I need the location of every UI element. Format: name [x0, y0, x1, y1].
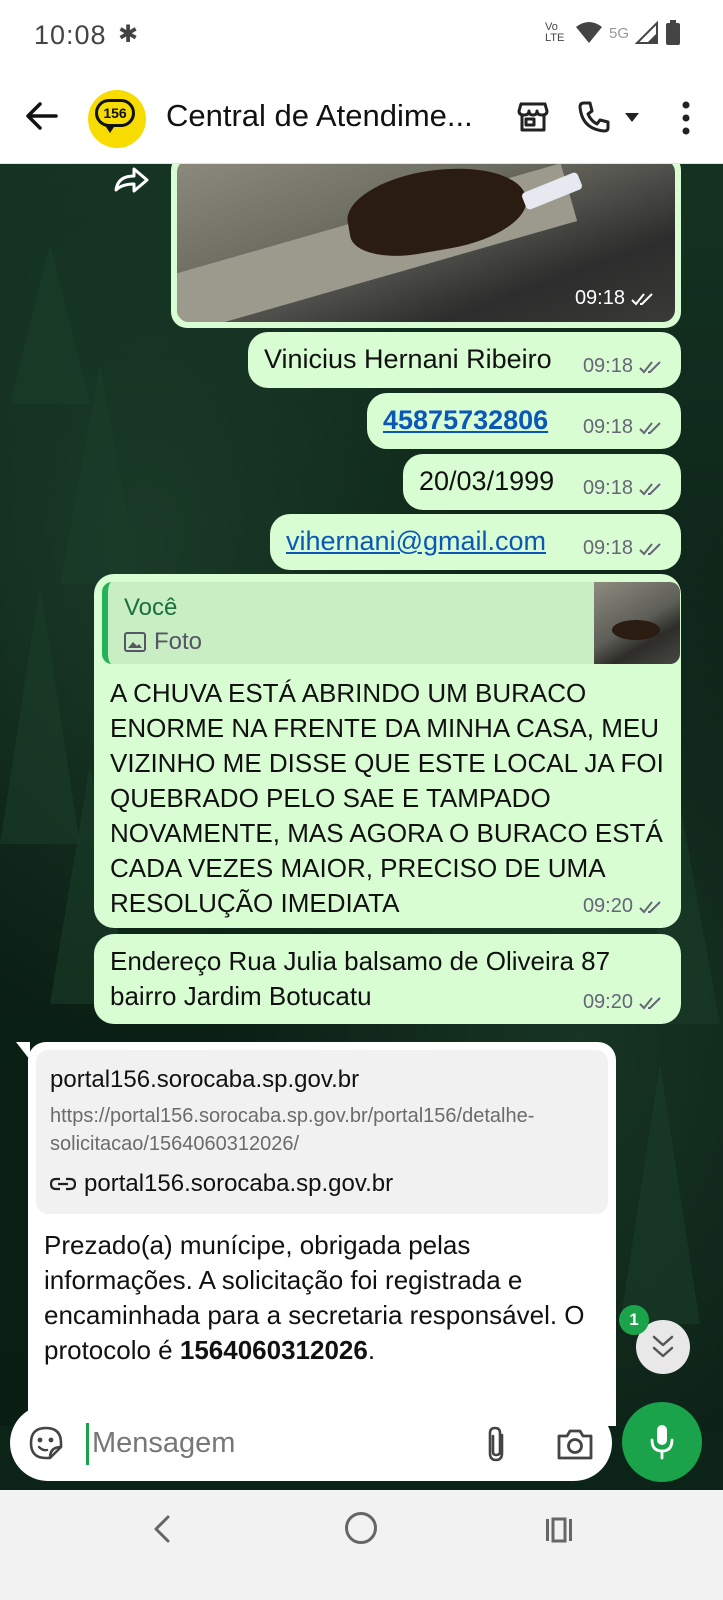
message-meta: 09:18 [583, 537, 665, 560]
outgoing-message-address[interactable]: Endereço Rua Julia balsamo de Oliveira 8… [94, 934, 681, 1024]
link-preview-footer-text: portal156.sorocaba.sp.gov.br [84, 1170, 394, 1197]
message-time: 09:18 [582, 355, 633, 377]
message-text: 20/03/1999 [419, 466, 555, 496]
reply-text: Prezado(a) munícipe, obrigada pelas info… [44, 1228, 604, 1368]
link-preview-footer[interactable]: portal156.sorocaba.sp.gov.br [50, 1170, 393, 1198]
message-composer [10, 1405, 612, 1481]
outgoing-message-email[interactable]: vihernani@gmail.com 09:18 [270, 514, 681, 570]
double-check-icon [639, 900, 661, 913]
message-input[interactable] [92, 1421, 452, 1465]
double-check-icon [639, 360, 661, 373]
outgoing-message-birthdate[interactable]: 20/03/1999 09:18 [403, 454, 681, 510]
volte-indicator: Vo LTE [544, 21, 565, 44]
message-time: 09:18 [582, 477, 633, 499]
message-meta: 09:18 [583, 477, 665, 500]
outgoing-message-name[interactable]: Vinicius Hernani Ribeiro 09:18 [248, 332, 681, 388]
quote-type-label: Foto [154, 628, 203, 655]
photo-meta: 09:18 [575, 287, 657, 310]
storefront-icon[interactable] [515, 99, 551, 135]
phone-number-link[interactable]: 45875732806 [383, 403, 548, 438]
chat-header: 156 Central de Atendime... [0, 72, 723, 164]
link-preview[interactable]: portal156.sorocaba.sp.gov.br https://por… [36, 1050, 608, 1214]
avatar-156-logo: 156 [95, 99, 135, 133]
email-link[interactable]: vihernani@gmail.com [286, 524, 546, 559]
wifi-icon [575, 22, 602, 43]
nav-recent-apps-icon[interactable] [544, 1516, 574, 1544]
camera-icon[interactable] [556, 1427, 594, 1461]
nav-back-icon[interactable] [148, 1514, 176, 1544]
bluetooth-icon: ✱ [118, 21, 139, 48]
voice-message-button[interactable] [622, 1402, 702, 1482]
outgoing-message-complaint[interactable]: Você Foto A CHUVA ESTÁ ABRINDO UM BURACO… [94, 574, 681, 928]
quoted-message[interactable]: Você Foto [102, 582, 680, 664]
forward-icon[interactable] [112, 164, 152, 200]
message-text: A CHUVA ESTÁ ABRINDO UM BURACO ENORME NA… [110, 678, 664, 918]
photo-time: 09:18 [574, 287, 625, 309]
link-icon [50, 1177, 76, 1191]
quote-author: Você [124, 594, 178, 621]
double-check-icon [639, 482, 661, 495]
network-type: 5G [608, 24, 629, 42]
incoming-message-reply[interactable]: portal156.sorocaba.sp.gov.br https://por… [28, 1042, 616, 1426]
photo-message[interactable]: 09:18 [171, 164, 681, 328]
message-time: 09:18 [582, 416, 633, 438]
pothole-photo[interactable]: 09:18 [177, 164, 675, 322]
double-check-icon [631, 292, 653, 305]
status-time: 10:08 [34, 20, 107, 50]
double-chevron-down-icon [652, 1335, 674, 1358]
protocol-number: 1564060312026 [179, 1335, 368, 1365]
message-text: Vinicius Hernani Ribeiro [264, 344, 552, 374]
signal-icon [635, 21, 658, 44]
phone-icon[interactable] [576, 99, 612, 135]
message-meta: 09:18 [583, 416, 665, 439]
unread-count-badge: 1 [619, 1305, 649, 1335]
chat-title[interactable]: Central de Atendime... [166, 98, 496, 134]
message-meta: 09:20 [583, 991, 665, 1014]
sticker-emoji-icon[interactable] [28, 1425, 64, 1461]
system-indicators: Vo LTE 5G [545, 20, 681, 46]
back-arrow-icon[interactable] [22, 96, 62, 136]
outgoing-message-cpf[interactable]: 45875732806 09:18 [367, 393, 681, 449]
avatar[interactable]: 156 [88, 90, 146, 148]
chat-area[interactable]: 09:18 Vinicius Hernani Ribeiro 09:18 458… [0, 164, 723, 1426]
photo-hole [341, 164, 533, 266]
message-meta: 09:18 [583, 355, 665, 378]
message-time: 09:20 [582, 991, 633, 1013]
quote-type: Foto [124, 628, 202, 656]
microphone-icon [650, 1425, 674, 1460]
double-check-icon [639, 542, 661, 555]
battery-icon [666, 20, 680, 45]
image-icon [124, 632, 146, 652]
message-time: 09:18 [582, 537, 633, 559]
double-check-icon [639, 421, 661, 434]
quote-thumbnail [594, 582, 680, 664]
paperclip-icon[interactable] [482, 1425, 512, 1463]
more-options-icon[interactable] [676, 100, 696, 136]
link-preview-url[interactable]: https://portal156.sorocaba.sp.gov.br/por… [50, 1102, 590, 1158]
double-check-icon [639, 996, 661, 1009]
background-tree [60, 364, 140, 584]
background-tree [620, 1064, 700, 1324]
system-navigation-bar [0, 1490, 723, 1600]
message-meta: 09:20 [583, 895, 665, 918]
chevron-down-icon[interactable] [624, 112, 640, 124]
message-time: 09:20 [582, 895, 633, 917]
status-bar: 10:08 ✱ Vo LTE 5G [0, 0, 723, 72]
text-cursor [86, 1423, 89, 1465]
link-preview-domain: portal156.sorocaba.sp.gov.br [50, 1066, 360, 1093]
reply-text-end: . [367, 1335, 376, 1365]
nav-home-icon[interactable] [345, 1512, 377, 1544]
